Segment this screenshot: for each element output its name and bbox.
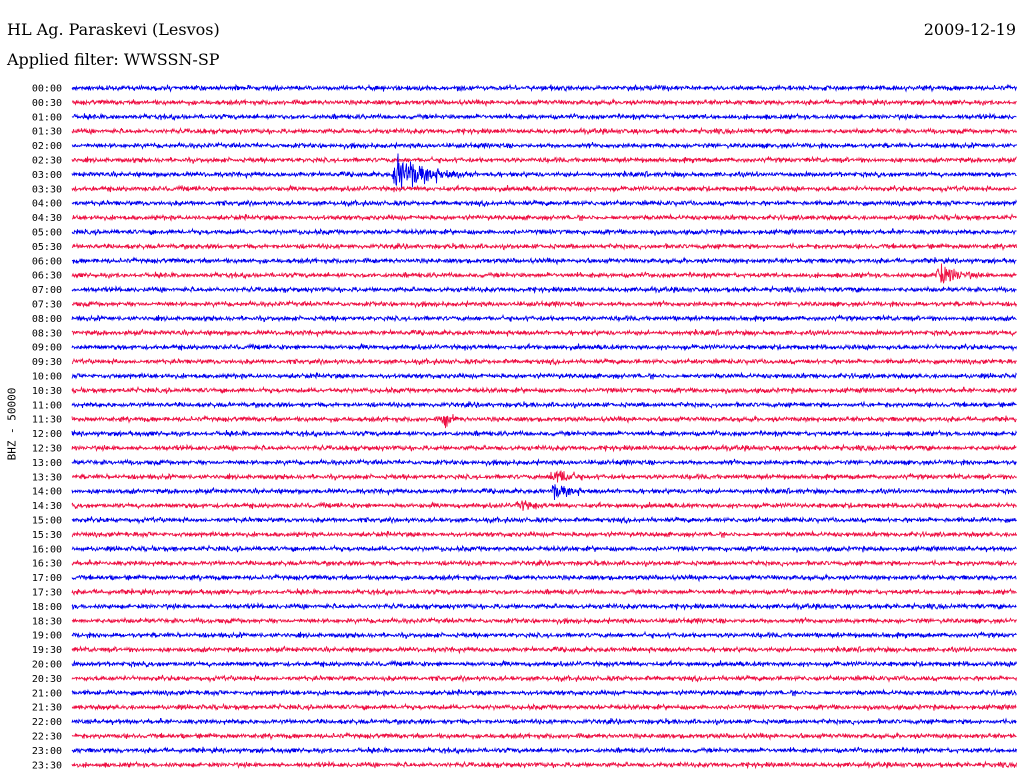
trace-line <box>71 544 1017 553</box>
time-label: 23:30 <box>32 760 62 771</box>
time-label: 08:30 <box>32 328 62 339</box>
trace-line <box>71 688 1017 698</box>
trace-line <box>71 458 1017 468</box>
trace-line <box>71 573 1017 583</box>
trace-line <box>72 470 1017 483</box>
trace-line <box>71 515 1017 525</box>
time-label: 03:30 <box>32 184 62 195</box>
time-label: 05:00 <box>32 228 62 239</box>
time-label: 17:30 <box>32 588 62 599</box>
time-label: 11:00 <box>32 400 62 411</box>
trace-line <box>71 256 1017 266</box>
trace-line <box>71 760 1017 770</box>
trace-line <box>71 199 1017 208</box>
trace-line <box>71 630 1017 640</box>
time-label: 04:30 <box>32 213 62 224</box>
time-label: 09:00 <box>32 343 62 354</box>
time-label: 07:00 <box>32 285 62 296</box>
trace-line <box>71 328 1017 338</box>
trace-line <box>71 484 1017 501</box>
time-label: 16:00 <box>32 544 62 555</box>
time-label: 10:00 <box>32 372 62 383</box>
trace-line <box>71 299 1017 309</box>
trace-line <box>71 313 1017 323</box>
trace-line <box>71 746 1017 755</box>
time-label: 14:00 <box>32 487 62 498</box>
trace-line <box>71 385 1017 395</box>
time-label: 11:30 <box>32 415 62 426</box>
time-label: 21:00 <box>32 688 62 699</box>
time-label: 15:00 <box>32 516 62 527</box>
time-label: 18:30 <box>32 616 62 627</box>
trace-line <box>71 429 1017 438</box>
time-label: 20:00 <box>32 660 62 671</box>
trace-line <box>71 126 1017 136</box>
time-label: 15:30 <box>32 530 62 541</box>
trace-line <box>71 83 1017 93</box>
trace-line <box>71 731 1017 741</box>
trace-line <box>71 587 1017 597</box>
time-label: 14:30 <box>32 501 62 512</box>
trace-line <box>71 645 1017 655</box>
time-label: 19:00 <box>32 631 62 642</box>
trace-line <box>71 227 1017 236</box>
time-label: 01:30 <box>32 127 62 138</box>
time-label: 22:00 <box>32 717 62 728</box>
time-label: 00:00 <box>32 84 62 95</box>
time-label: 01:00 <box>32 112 62 123</box>
time-label: 13:30 <box>32 472 62 483</box>
time-label: 12:00 <box>32 429 62 440</box>
time-label: 00:30 <box>32 98 62 109</box>
time-label: 19:30 <box>32 645 62 656</box>
trace-line <box>71 400 1017 410</box>
time-label: 06:30 <box>32 271 62 282</box>
trace-line <box>71 184 1017 194</box>
trace-line <box>71 558 1017 568</box>
trace-line <box>71 263 1017 284</box>
trace-line <box>71 357 1017 367</box>
time-label: 23:00 <box>32 746 62 757</box>
trace-line <box>71 242 1017 252</box>
trace-line <box>71 702 1017 712</box>
time-label: 17:00 <box>32 573 62 584</box>
time-label: 04:00 <box>32 199 62 210</box>
time-label: 09:30 <box>32 357 62 368</box>
trace-line <box>71 529 1017 539</box>
trace-line <box>71 141 1017 151</box>
time-label: 02:30 <box>32 156 62 167</box>
trace-line <box>71 601 1017 611</box>
time-label: 03:00 <box>32 170 62 181</box>
trace-line <box>71 500 1017 511</box>
trace-line <box>71 371 1017 381</box>
time-label: 12:30 <box>32 444 62 455</box>
time-label: 18:00 <box>32 602 62 613</box>
trace-line <box>71 414 1017 429</box>
time-label: 06:00 <box>32 256 62 267</box>
time-label: 16:30 <box>32 559 62 570</box>
helicorder-plot: 00:00 00:30 01:00 01:30 02:00 02:30 03:00 03:30… <box>32 83 1017 771</box>
trace-line <box>71 717 1017 726</box>
trace-line <box>71 674 1017 684</box>
time-label: 08:00 <box>32 314 62 325</box>
trace-line <box>71 443 1017 453</box>
trace-line <box>71 112 1017 122</box>
time-label: 07:30 <box>32 300 62 311</box>
time-label: 02:00 <box>32 141 62 152</box>
trace-line <box>71 616 1017 626</box>
trace-line <box>71 98 1017 108</box>
time-label: 10:30 <box>32 386 62 397</box>
trace-line <box>71 285 1017 295</box>
trace-line <box>71 155 1017 165</box>
trace-line <box>72 213 1017 222</box>
time-label: 05:30 <box>32 242 62 253</box>
time-label: 13:00 <box>32 458 62 469</box>
trace-line <box>71 659 1017 669</box>
trace-line <box>71 342 1017 352</box>
time-label: 22:30 <box>32 732 62 743</box>
time-label: 21:30 <box>32 703 62 714</box>
time-label: 20:30 <box>32 674 62 685</box>
